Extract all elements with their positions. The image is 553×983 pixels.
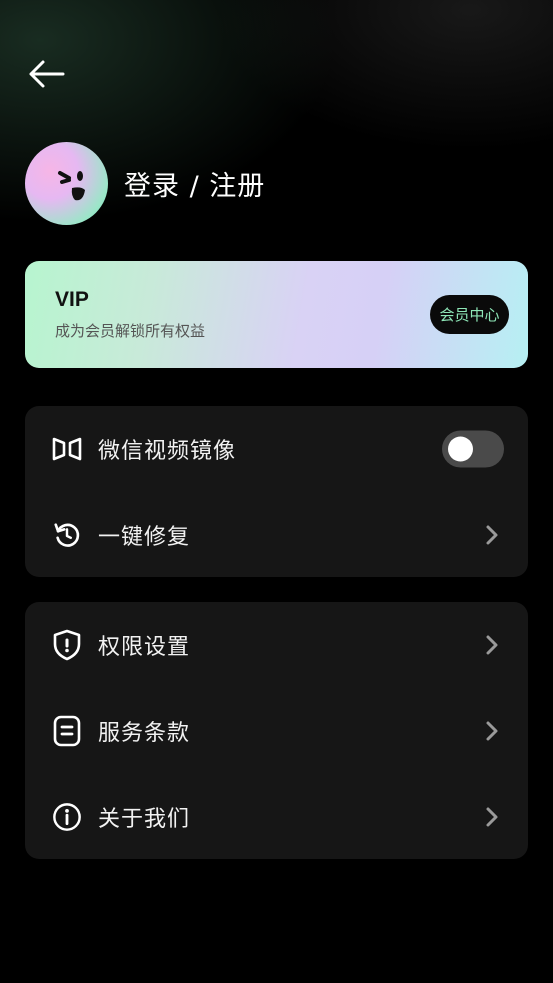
- vip-subtitle: 成为会员解锁所有权益: [55, 322, 206, 340]
- shield-icon: [52, 629, 82, 661]
- chevron-right-icon: [484, 634, 500, 656]
- vip-title: VIP: [55, 288, 89, 311]
- emoji-face-avatar-icon: [58, 170, 85, 200]
- row-one-click-repair[interactable]: 一键修复: [25, 492, 528, 578]
- refresh-icon: [52, 520, 82, 550]
- row-about-us[interactable]: 关于我们: [25, 774, 528, 860]
- login-register-entry[interactable]: 登录 / 注册: [25, 141, 265, 225]
- settings-page: 登录 / 注册 VIP 成为会员解锁所有权益 会员中心 微信视频镜像 一键修复 …: [0, 0, 553, 983]
- settings-group-2: 权限设置 服务条款 关于我们: [25, 602, 528, 859]
- wechat-video-mirror-toggle[interactable]: [442, 430, 504, 468]
- chevron-right-icon: [484, 524, 500, 546]
- chevron-right-icon: [484, 720, 500, 742]
- info-icon: [52, 802, 82, 832]
- row-permission-settings[interactable]: 权限设置: [25, 602, 528, 688]
- wechat-video-mirror-label: 微信视频镜像: [98, 439, 237, 464]
- document-icon: [52, 715, 82, 747]
- vip-card[interactable]: VIP 成为会员解锁所有权益 会员中心: [25, 261, 528, 368]
- chevron-right-icon: [484, 806, 500, 828]
- avatar: [25, 141, 108, 225]
- back-button[interactable]: [26, 56, 66, 92]
- row-terms-of-service[interactable]: 服务条款: [25, 688, 528, 774]
- one-click-repair-label: 一键修复: [98, 525, 191, 550]
- permission-settings-label: 权限设置: [98, 635, 191, 660]
- toggle-knob: [448, 436, 473, 462]
- terms-of-service-label: 服务条款: [98, 721, 191, 746]
- login-register-label: 登录 / 注册: [124, 170, 266, 202]
- arrow-left-icon: [29, 60, 65, 88]
- member-center-button[interactable]: 会员中心: [430, 295, 509, 334]
- mirror-icon: [52, 434, 82, 464]
- settings-group-1: 微信视频镜像 一键修复: [25, 406, 528, 577]
- about-us-label: 关于我们: [98, 807, 191, 832]
- row-wechat-video-mirror: 微信视频镜像: [25, 406, 528, 492]
